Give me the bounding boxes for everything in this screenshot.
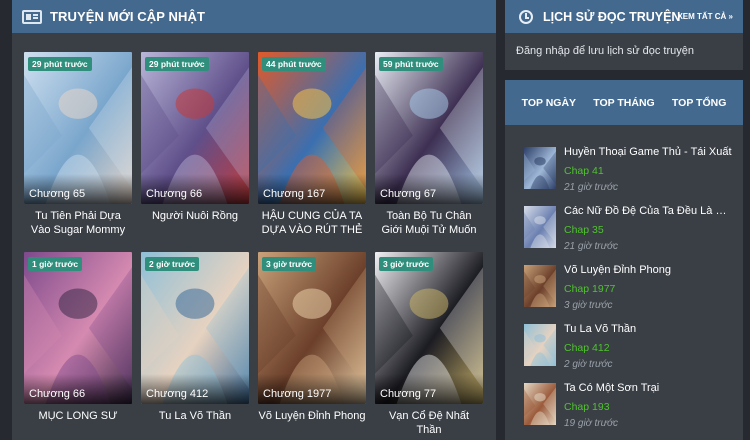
chapter-link[interactable]: Chương 66: [29, 388, 85, 400]
comic-title[interactable]: Toàn Bộ Tu Chân Giới Muội Tử Muốn Bắt Ta: [375, 209, 483, 237]
comic-title[interactable]: Tu Tiên Phải Dựa Vào Sugar Mommy: [24, 209, 132, 237]
chapter-link[interactable]: Chương 1977: [263, 388, 331, 400]
history-clock-icon: [519, 9, 533, 24]
comic-card[interactable]: 3 giờ trước Chương 77 Vạn Cổ Đệ Nhất Thần: [375, 252, 483, 437]
item-time: 21 giờ trước: [564, 182, 618, 193]
comic-cover[interactable]: 29 phút trước Chương 65: [24, 52, 132, 204]
comic-card[interactable]: 3 giờ trước Chương 1977 Võ Luyện Đỉnh Phon…: [258, 252, 366, 437]
comic-card[interactable]: 2 giờ trước Chương 412 Tu La Võ Thần: [141, 252, 249, 437]
item-time: 21 giờ trước: [564, 241, 618, 252]
item-title[interactable]: Huyền Thoại Game Thủ - Tái Xuất: [564, 146, 734, 158]
top-list-item[interactable]: Võ Luyện Đỉnh Phong Chap 1977 3 giờ trước: [524, 264, 739, 314]
item-chapter-link[interactable]: Chap 41: [564, 165, 604, 177]
time-badge: 3 giờ trước: [262, 257, 317, 271]
item-cover[interactable]: [524, 147, 556, 189]
time-badge: 29 phút trước: [28, 57, 92, 71]
item-title[interactable]: Tu La Võ Thần: [564, 323, 734, 335]
chapter-link[interactable]: Chương 167: [263, 188, 325, 200]
chapter-link[interactable]: Chương 66: [146, 188, 202, 200]
chapter-link[interactable]: Chương 412: [146, 388, 208, 400]
chapter-link[interactable]: Chương 67: [380, 188, 436, 200]
news-icon: [22, 9, 42, 24]
comic-cover[interactable]: 3 giờ trước Chương 77: [375, 252, 483, 404]
item-cover[interactable]: [524, 265, 556, 307]
time-badge: 3 giờ trước: [379, 257, 434, 271]
comic-cover[interactable]: 3 giờ trước Chương 1977: [258, 252, 366, 404]
item-title[interactable]: Các Nữ Đồ Đệ Của Ta Đều Là Chư...: [564, 205, 734, 217]
item-time: 19 giờ trước: [564, 418, 618, 429]
top-list-item[interactable]: Ta Có Một Sơn Trại Chap 193 19 giờ trước: [524, 382, 739, 432]
top-list-item[interactable]: Các Nữ Đồ Đệ Của Ta Đều Là Chư... Chap 35…: [524, 205, 739, 255]
comic-title[interactable]: HẬU CUNG CỦA TA DỰA VÀO RÚT THẺ: [258, 209, 366, 237]
time-badge: 44 phút trước: [262, 57, 326, 71]
item-time: 3 giờ trước: [564, 300, 613, 311]
time-badge: 1 giờ trước: [28, 257, 83, 271]
time-badge: 59 phút trước: [379, 57, 443, 71]
sidebar: LỊCH SỬ ĐỌC TRUYỆN XEM TẤT CẢ » Đăng nhậ…: [505, 0, 743, 440]
item-time: 2 giờ trước: [564, 359, 613, 370]
comic-cover[interactable]: 29 phút trước Chương 66: [141, 52, 249, 204]
chapter-link[interactable]: Chương 77: [380, 388, 436, 400]
tab-top-day[interactable]: TOP NGÀY: [522, 97, 576, 109]
comic-cover[interactable]: 59 phút trước Chương 67: [375, 52, 483, 204]
comic-title[interactable]: MỤC LONG SƯ: [24, 409, 132, 437]
reading-history-title: LỊCH SỬ ĐỌC TRUYỆN: [543, 9, 681, 24]
comic-title[interactable]: Võ Luyện Đỉnh Phong: [258, 409, 366, 437]
new-updates-panel: TRUYỆN MỚI CẬP NHẬT 29 phút trước Chương …: [12, 0, 496, 440]
comic-card[interactable]: 29 phút trước Chương 66 Người Nuôi Rồng: [141, 52, 249, 237]
tab-top-all[interactable]: TOP TỔNG: [672, 97, 726, 109]
comic-card[interactable]: 44 phút trước Chương 167 HẬU CUNG CỦA TA D…: [258, 52, 366, 237]
item-cover[interactable]: [524, 324, 556, 366]
top-tabs: TOP NGÀY TOP THÁNG TOP TỔNG: [505, 80, 743, 125]
view-all-link[interactable]: XEM TẤT CẢ »: [677, 12, 733, 21]
comic-card[interactable]: 1 giờ trước Chương 66 MỤC LONG SƯ: [24, 252, 132, 437]
top-list-item[interactable]: Tu La Võ Thần Chap 412 2 giờ trước: [524, 323, 739, 373]
new-updates-title: TRUYỆN MỚI CẬP NHẬT: [50, 9, 206, 24]
chapter-link[interactable]: Chương 65: [29, 188, 85, 200]
item-cover[interactable]: [524, 383, 556, 425]
comic-card[interactable]: 59 phút trước Chương 67 Toàn Bộ Tu Chân Gi…: [375, 52, 483, 237]
comic-cover[interactable]: 2 giờ trước Chương 412: [141, 252, 249, 404]
comic-cover[interactable]: 1 giờ trước Chương 66: [24, 252, 132, 404]
login-message: Đăng nhập để lưu lịch sử đọc truyện: [516, 45, 694, 57]
comic-cover[interactable]: 44 phút trước Chương 167: [258, 52, 366, 204]
top-list-item[interactable]: Huyền Thoại Game Thủ - Tái Xuất Chap 41 21…: [524, 146, 739, 196]
tab-top-month[interactable]: TOP THÁNG: [593, 97, 654, 109]
comic-card[interactable]: 29 phút trước Chương 65 Tu Tiên Phải Dựa V…: [24, 52, 132, 237]
time-badge: 29 phút trước: [145, 57, 209, 71]
comic-title[interactable]: Tu La Võ Thần: [141, 409, 249, 437]
reading-history-header: LỊCH SỬ ĐỌC TRUYỆN XEM TẤT CẢ »: [505, 0, 743, 33]
item-chapter-link[interactable]: Chap 35: [564, 224, 604, 236]
comic-title[interactable]: Vạn Cổ Đệ Nhất Thần: [375, 409, 483, 437]
new-updates-header: TRUYỆN MỚI CẬP NHẬT: [12, 0, 496, 33]
item-cover[interactable]: [524, 206, 556, 248]
time-badge: 2 giờ trước: [145, 257, 200, 271]
item-chapter-link[interactable]: Chap 193: [564, 401, 610, 413]
item-chapter-link[interactable]: Chap 1977: [564, 283, 615, 295]
item-chapter-link[interactable]: Chap 412: [564, 342, 610, 354]
top-ranking-box: TOP NGÀY TOP THÁNG TOP TỔNG Huyền Thoại …: [505, 80, 743, 440]
reading-history-box: LỊCH SỬ ĐỌC TRUYỆN XEM TẤT CẢ » Đăng nhậ…: [505, 0, 743, 70]
comic-title[interactable]: Người Nuôi Rồng: [141, 209, 249, 237]
item-title[interactable]: Võ Luyện Đỉnh Phong: [564, 264, 734, 276]
item-title[interactable]: Ta Có Một Sơn Trại: [564, 382, 734, 394]
